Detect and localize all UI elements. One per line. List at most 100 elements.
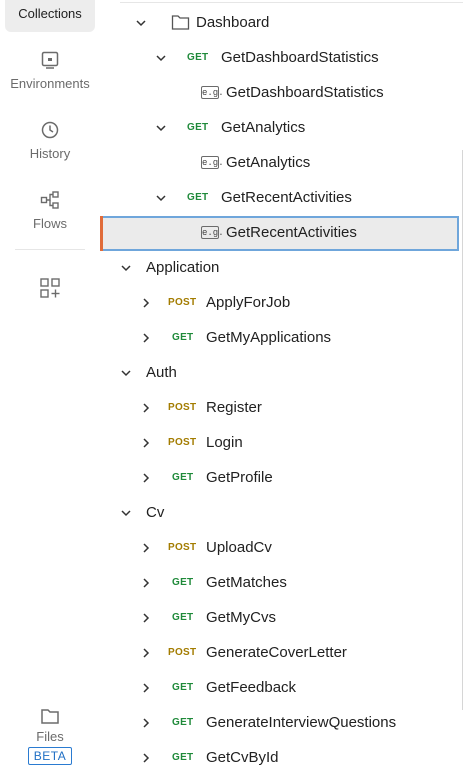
example-icon: e.g. xyxy=(201,226,224,239)
request-name: GetCvById xyxy=(206,749,279,766)
history-icon xyxy=(41,121,59,139)
chevron-right-icon xyxy=(143,683,150,693)
method-badge: GET xyxy=(172,577,194,588)
sidebar-item-environments[interactable]: Environments xyxy=(0,50,100,91)
sidebar-item-label: Collections xyxy=(18,6,82,21)
chevron-right-icon xyxy=(143,613,150,623)
example-get-recent-activities[interactable]: e.g. GetRecentActivities xyxy=(100,216,459,251)
request-get-recent-activities[interactable]: GET GetRecentActivities xyxy=(100,181,463,216)
chevron-right-icon xyxy=(143,333,150,343)
folder-label: Cv xyxy=(146,504,165,521)
chevron-right-icon xyxy=(143,718,150,728)
sidebar-item-files[interactable]: Files BETA xyxy=(0,707,100,765)
request-get-matches[interactable]: GET GetMatches xyxy=(100,566,463,601)
sidebar-item-collections[interactable]: Collections xyxy=(5,0,95,32)
request-get-my-cvs[interactable]: GET GetMyCvs xyxy=(100,601,463,636)
chevron-down-icon xyxy=(156,55,166,62)
method-badge: GET xyxy=(187,52,209,63)
folder-application[interactable]: Application xyxy=(100,251,463,286)
method-badge: GET xyxy=(172,332,194,343)
method-badge: GET xyxy=(172,717,194,728)
chevron-right-icon xyxy=(143,753,150,763)
request-name: GenerateInterviewQuestions xyxy=(206,714,397,731)
divider xyxy=(120,2,463,3)
chevron-down-icon xyxy=(121,265,131,272)
chevron-right-icon xyxy=(143,298,150,308)
method-badge: GET xyxy=(187,122,209,133)
request-generate-interview-questions[interactable]: GET GenerateInterviewQuestions xyxy=(100,706,463,741)
add-grid-icon xyxy=(40,278,60,298)
request-name: GenerateCoverLetter xyxy=(206,644,347,661)
folder-icon xyxy=(41,709,59,724)
chevron-down-icon xyxy=(121,510,131,517)
sidebar-more-button[interactable] xyxy=(0,277,100,305)
method-badge: POST xyxy=(168,437,197,448)
collection-tree: Dashboard GET GetDashboardStatistics e.g… xyxy=(100,0,463,784)
chevron-right-icon xyxy=(143,473,150,483)
example-name: GetRecentActivities xyxy=(226,224,357,241)
chevron-down-icon xyxy=(156,195,166,202)
request-name: GetAnalytics xyxy=(221,119,306,136)
sidebar-divider xyxy=(15,249,85,250)
method-badge: POST xyxy=(168,402,197,413)
environments-icon xyxy=(41,51,59,69)
request-register[interactable]: POST Register xyxy=(100,391,463,426)
chevron-down-icon xyxy=(136,20,146,27)
chevron-right-icon xyxy=(143,403,150,413)
request-get-my-applications[interactable]: GET GetMyApplications xyxy=(100,321,463,356)
request-name: GetMatches xyxy=(206,574,287,591)
request-name: Login xyxy=(206,434,243,451)
chevron-right-icon xyxy=(143,438,150,448)
request-name: GetProfile xyxy=(206,469,273,486)
folder-label: Auth xyxy=(146,364,177,381)
method-badge: GET xyxy=(172,612,194,623)
method-badge: GET xyxy=(187,192,209,203)
method-badge: GET xyxy=(172,472,194,483)
example-name: GetDashboardStatistics xyxy=(226,84,384,101)
request-name: GetDashboardStatistics xyxy=(221,49,379,66)
request-name: GetMyCvs xyxy=(206,609,277,626)
method-badge: GET xyxy=(172,752,194,763)
method-badge: POST xyxy=(168,647,197,658)
request-get-dashboard-statistics[interactable]: GET GetDashboardStatistics xyxy=(100,41,463,76)
chevron-down-icon xyxy=(121,370,131,377)
request-upload-cv[interactable]: POST UploadCv xyxy=(100,531,463,566)
chevron-down-icon xyxy=(156,125,166,132)
request-name: GetMyApplications xyxy=(206,329,332,346)
request-apply-for-job[interactable]: POST ApplyForJob xyxy=(100,286,463,321)
beta-badge: BETA xyxy=(27,747,73,765)
method-badge: POST xyxy=(168,542,197,553)
sidebar-item-label: History xyxy=(29,146,71,161)
request-name: Register xyxy=(206,399,262,416)
chevron-right-icon xyxy=(143,578,150,588)
example-get-analytics[interactable]: e.g. GetAnalytics xyxy=(100,146,463,181)
request-get-feedback[interactable]: GET GetFeedback xyxy=(100,671,463,706)
flows-icon xyxy=(40,191,59,209)
request-name: GetRecentActivities xyxy=(221,189,352,206)
folder-auth[interactable]: Auth xyxy=(100,356,463,391)
folder-dashboard[interactable]: Dashboard xyxy=(100,6,463,41)
sidebar: Collections Environments History Flows F… xyxy=(0,0,100,784)
request-generate-cover-letter[interactable]: POST GenerateCoverLetter xyxy=(100,636,463,671)
request-name: ApplyForJob xyxy=(206,294,291,311)
example-icon: e.g. xyxy=(201,156,224,169)
chevron-right-icon xyxy=(143,648,150,658)
sidebar-item-label: Files xyxy=(36,729,64,744)
sidebar-item-label: Environments xyxy=(10,76,90,91)
sidebar-item-flows[interactable]: Flows xyxy=(0,190,100,231)
folder-label: Dashboard xyxy=(196,14,270,31)
request-get-analytics[interactable]: GET GetAnalytics xyxy=(100,111,463,146)
example-name: GetAnalytics xyxy=(226,154,311,171)
folder-icon xyxy=(171,15,190,30)
request-get-cv-by-id[interactable]: GET GetCvById xyxy=(100,741,463,776)
example-get-dashboard-statistics[interactable]: e.g. GetDashboardStatistics xyxy=(100,76,463,111)
sidebar-item-history[interactable]: History xyxy=(0,120,100,161)
request-get-profile[interactable]: GET GetProfile xyxy=(100,461,463,496)
request-name: GetFeedback xyxy=(206,679,297,696)
method-badge: POST xyxy=(168,297,197,308)
folder-label: Application xyxy=(146,259,220,276)
folder-cv[interactable]: Cv xyxy=(100,496,463,531)
request-name: UploadCv xyxy=(206,539,272,556)
request-login[interactable]: POST Login xyxy=(100,426,463,461)
method-badge: GET xyxy=(172,682,194,693)
